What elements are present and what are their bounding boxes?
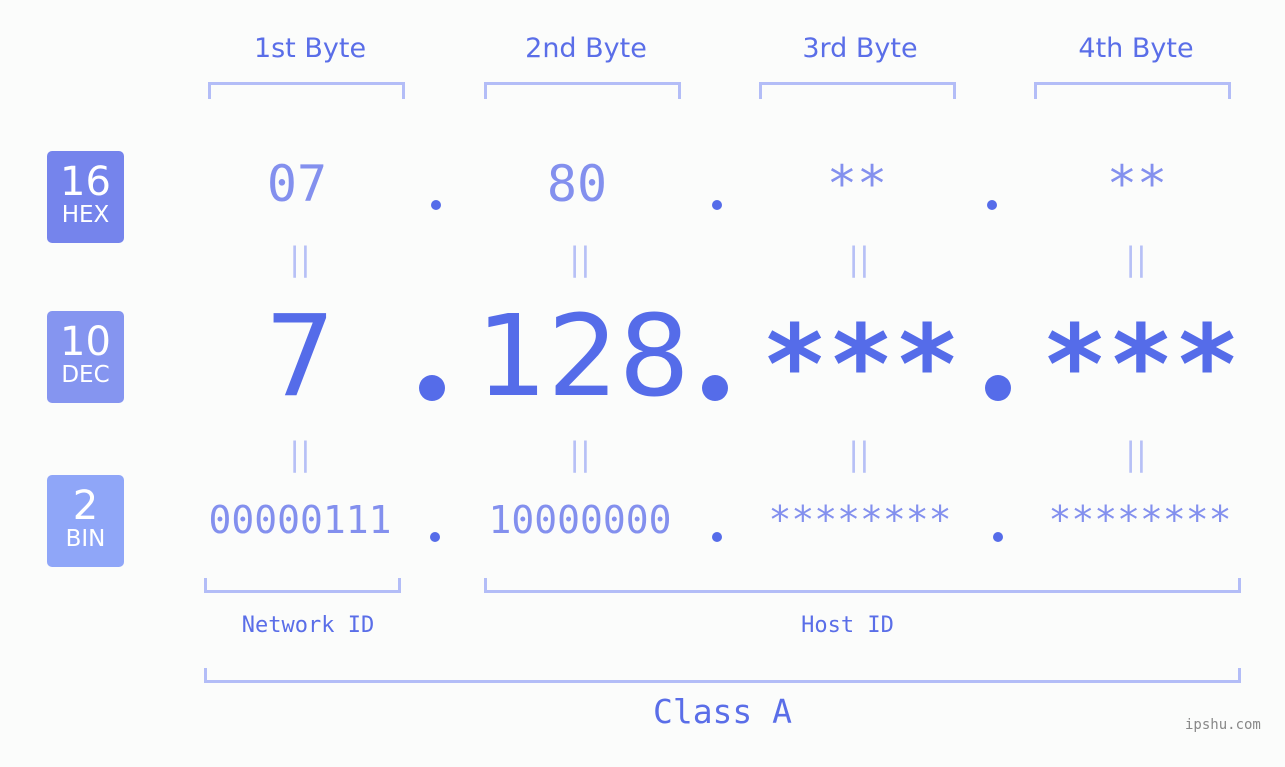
watermark: ipshu.com	[1185, 717, 1261, 733]
hex-dot-3	[987, 200, 997, 210]
hex-dot-1	[431, 200, 441, 210]
byte-bracket-1	[208, 82, 405, 99]
equals-dec-bin-1: ||	[289, 435, 311, 473]
equals-hex-dec-1: ||	[289, 240, 311, 278]
equals-dec-bin-3: ||	[848, 435, 870, 473]
hex-byte-4: **	[1106, 155, 1168, 213]
equals-hex-dec-2: ||	[569, 240, 591, 278]
dec-byte-3: ***	[761, 301, 961, 429]
dec-byte-2: 128	[476, 292, 690, 422]
dec-dot-1	[419, 375, 445, 401]
class-label: Class A	[652, 692, 793, 731]
bin-byte-4: ********	[1048, 498, 1232, 542]
network-id-label: Network ID	[241, 613, 375, 638]
bin-badge-number: 2	[72, 483, 99, 529]
bin-dot-1	[430, 532, 440, 542]
bin-dot-2	[712, 532, 722, 542]
byte-header-4: 4th Byte	[1078, 33, 1194, 64]
dec-byte-4: ***	[1041, 301, 1241, 429]
hex-badge-number: 16	[60, 159, 111, 205]
equals-hex-dec-4: ||	[1125, 240, 1147, 278]
hex-badge-label: HEX	[61, 202, 110, 228]
hex-dot-2	[712, 200, 722, 210]
bin-dot-3	[993, 532, 1003, 542]
byte-header-3: 3rd Byte	[802, 33, 918, 64]
hex-byte-3: **	[826, 155, 888, 213]
host-id-bracket	[484, 578, 1241, 593]
hex-badge: 16 HEX	[47, 151, 124, 243]
byte-bracket-2	[484, 82, 681, 99]
hex-byte-1: 07	[266, 155, 328, 213]
dec-dot-2	[702, 375, 728, 401]
dec-badge: 10 DEC	[47, 311, 124, 403]
host-id-label: Host ID	[801, 613, 894, 638]
dec-byte-1: 7	[264, 292, 336, 422]
bin-byte-2: 10000000	[488, 498, 672, 542]
bin-byte-3: ********	[768, 498, 952, 542]
byte-bracket-4	[1034, 82, 1231, 99]
byte-header-1: 1st Byte	[253, 33, 367, 64]
byte-header-2: 2nd Byte	[525, 33, 647, 64]
dec-dot-3	[985, 375, 1011, 401]
equals-dec-bin-4: ||	[1125, 435, 1147, 473]
hex-byte-2: 80	[546, 155, 608, 213]
bin-byte-1: 00000111	[208, 498, 392, 542]
equals-dec-bin-2: ||	[569, 435, 591, 473]
byte-bracket-3	[759, 82, 956, 99]
bin-badge: 2 BIN	[47, 475, 124, 567]
network-id-bracket	[204, 578, 401, 593]
bin-badge-label: BIN	[65, 526, 106, 552]
dec-badge-label: DEC	[61, 362, 110, 388]
class-bracket	[204, 668, 1241, 683]
equals-hex-dec-3: ||	[848, 240, 870, 278]
dec-badge-number: 10	[60, 319, 111, 365]
